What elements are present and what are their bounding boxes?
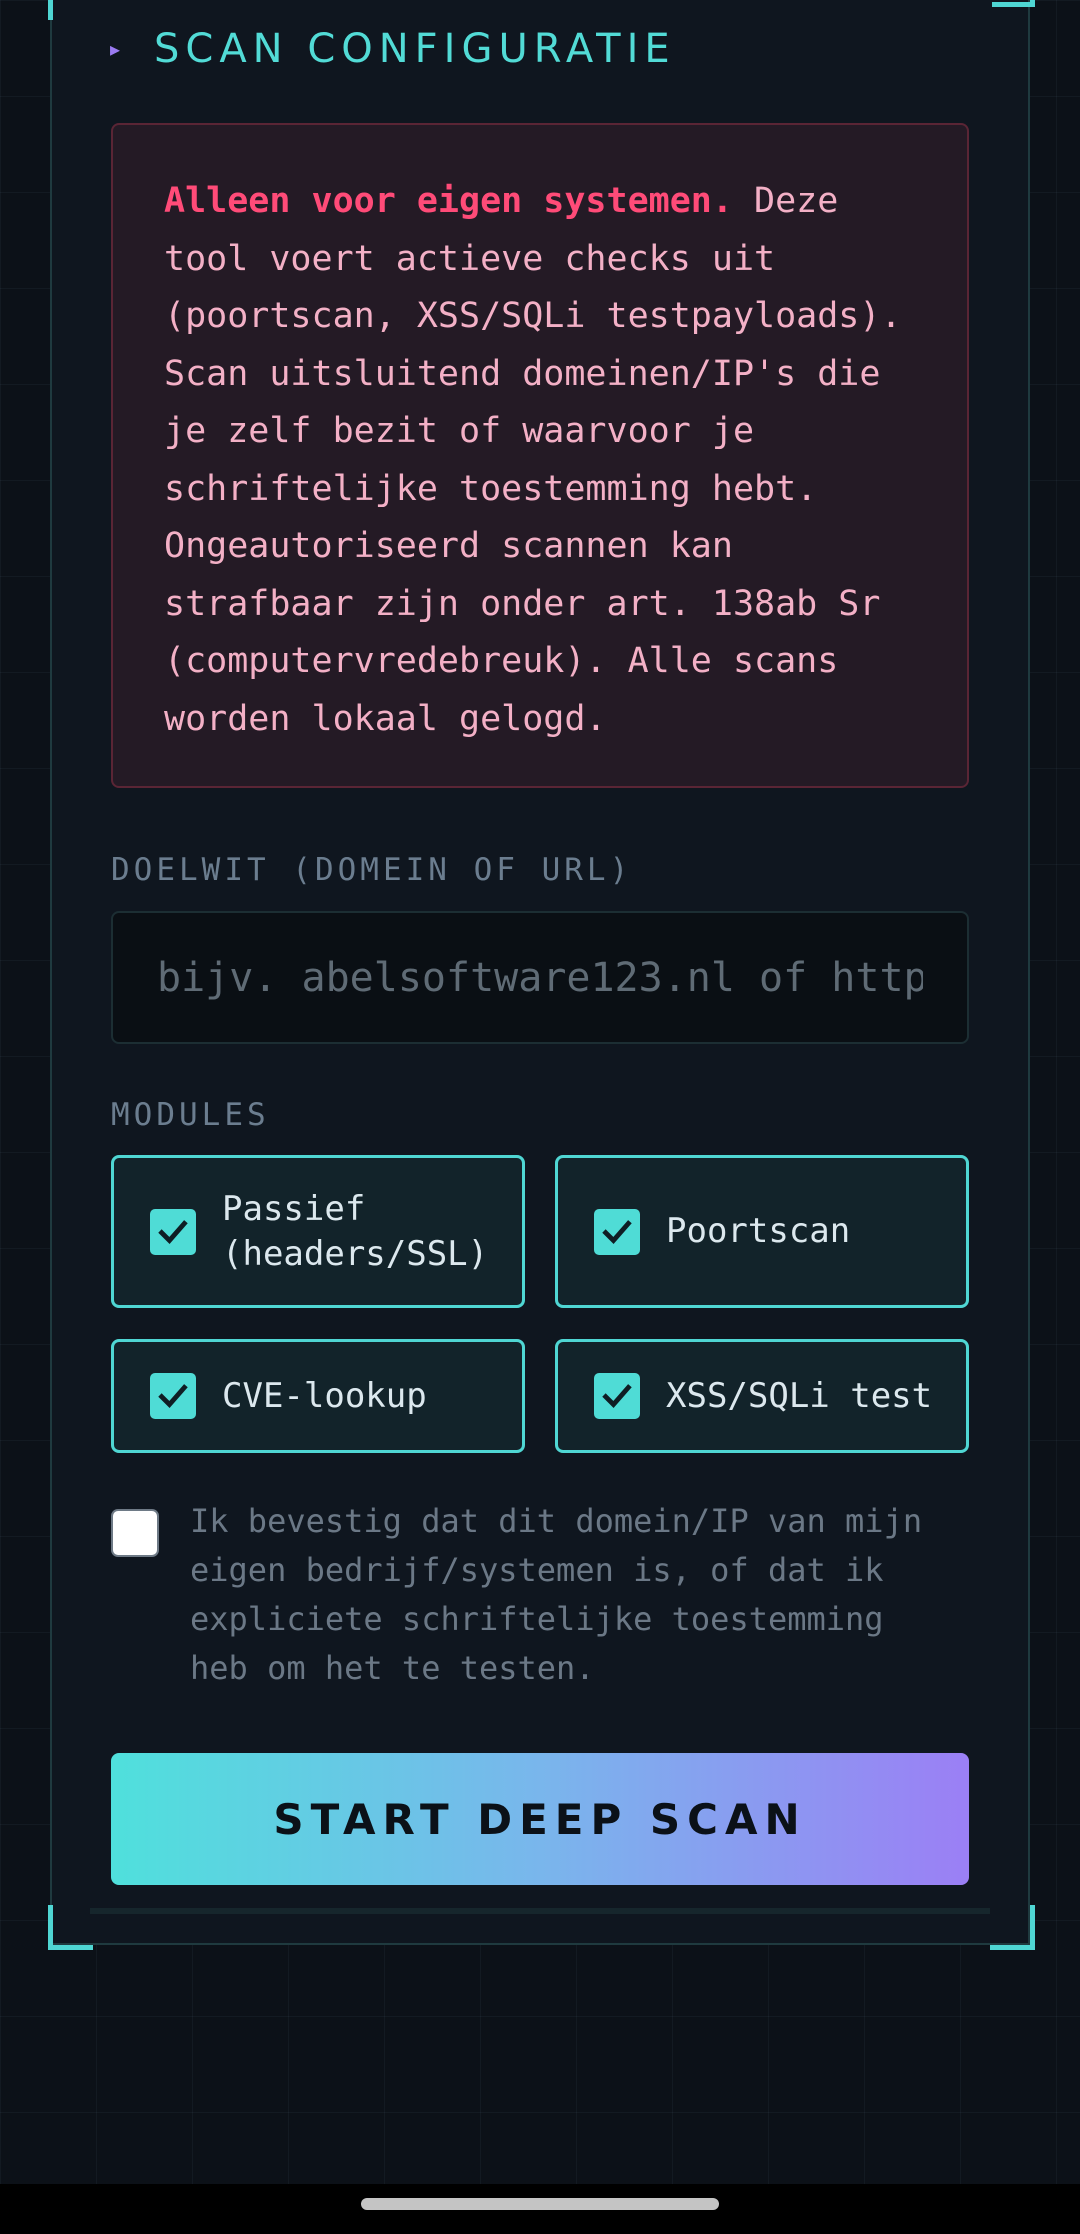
warning-line: Ongeautoriseerd scannen kan bbox=[164, 526, 733, 566]
module-label: Poortscan bbox=[666, 1211, 851, 1251]
module-portscan[interactable]: Poortscan bbox=[555, 1155, 969, 1308]
warning-line: (poortscan, XSS/SQLi testpayloads). bbox=[164, 296, 902, 336]
authorization-checkbox[interactable] bbox=[111, 1509, 159, 1557]
warning-line: Alleen voor eigen systemen. Deze bbox=[164, 173, 927, 231]
checkmark-icon bbox=[158, 1219, 188, 1244]
start-deep-scan-button[interactable]: START DEEP SCAN bbox=[111, 1753, 969, 1885]
checkmark-icon bbox=[602, 1219, 632, 1244]
modules-label: MODULES bbox=[111, 1097, 270, 1133]
authorization-text-line: heb om het te testen. bbox=[190, 1649, 595, 1687]
checkmark-icon bbox=[158, 1384, 188, 1409]
warning-line: tool voert actieve checks uit bbox=[164, 238, 776, 279]
warning-line: je zelf bezit of waarvoor je bbox=[164, 411, 755, 451]
authorization-text[interactable]: Ik bevestig dat dit domein/IP van mijn e… bbox=[190, 1497, 970, 1693]
warning-strong-text: Alleen voor eigen systemen. bbox=[164, 181, 733, 221]
module-label-line: Passief bbox=[222, 1188, 366, 1229]
triangle-right-icon: ▸ bbox=[110, 37, 121, 61]
warning-line: strafbaar zijn onder art. 138ab Sr bbox=[164, 583, 881, 624]
panel-corner-top-right bbox=[992, 0, 1035, 7]
legal-warning-box: Alleen voor eigen systemen. Deze tool vo… bbox=[111, 123, 969, 788]
checkmark-icon bbox=[602, 1384, 632, 1409]
module-label: CVE-lookup bbox=[222, 1375, 427, 1416]
target-label: DOELWIT (DOMEIN OF URL) bbox=[111, 852, 633, 888]
section-title: SCAN CONFIGURATIE bbox=[154, 26, 676, 72]
panel-corner-bottom-left bbox=[48, 1905, 93, 1950]
authorization-text-line: eigen bedrijf/systemen is, of dat ik bbox=[190, 1551, 884, 1589]
module-label: XSS/SQLi test bbox=[666, 1375, 933, 1416]
panel-divider bbox=[90, 1908, 990, 1914]
warning-line: worden lokaal gelogd. bbox=[164, 698, 607, 739]
authorization-text-line: expliciete schriftelijke toestemming bbox=[190, 1600, 884, 1638]
warning-line: schriftelijke toestemming hebt. bbox=[164, 468, 818, 509]
module-passive[interactable]: Passief (headers/SSL) bbox=[111, 1155, 525, 1308]
module-cve-lookup[interactable]: CVE-lookup bbox=[111, 1339, 525, 1453]
section-header: ▸ SCAN CONFIGURATIE bbox=[110, 26, 676, 72]
warning-text: Deze bbox=[732, 181, 839, 221]
panel-corner-bottom-right bbox=[990, 1905, 1035, 1950]
module-checkbox[interactable] bbox=[594, 1373, 640, 1419]
panel-corner-top-left bbox=[48, 0, 93, 20]
module-checkbox[interactable] bbox=[150, 1208, 196, 1255]
module-checkbox[interactable] bbox=[594, 1208, 640, 1255]
module-label-line: (headers/SSL) bbox=[222, 1233, 489, 1274]
module-checkbox[interactable] bbox=[150, 1373, 196, 1419]
warning-line: (computervredebreuk). Alle scans bbox=[164, 641, 839, 681]
warning-line: Scan uitsluitend domeinen/IP's die bbox=[164, 353, 881, 394]
authorization-text-line: Ik bevestig dat dit domein/IP van mijn bbox=[190, 1502, 923, 1540]
home-indicator[interactable] bbox=[361, 2198, 719, 2210]
module-xss-sqli[interactable]: XSS/SQLi test bbox=[555, 1339, 969, 1453]
target-input[interactable] bbox=[111, 911, 969, 1044]
module-label: Passief (headers/SSL) bbox=[222, 1187, 488, 1277]
